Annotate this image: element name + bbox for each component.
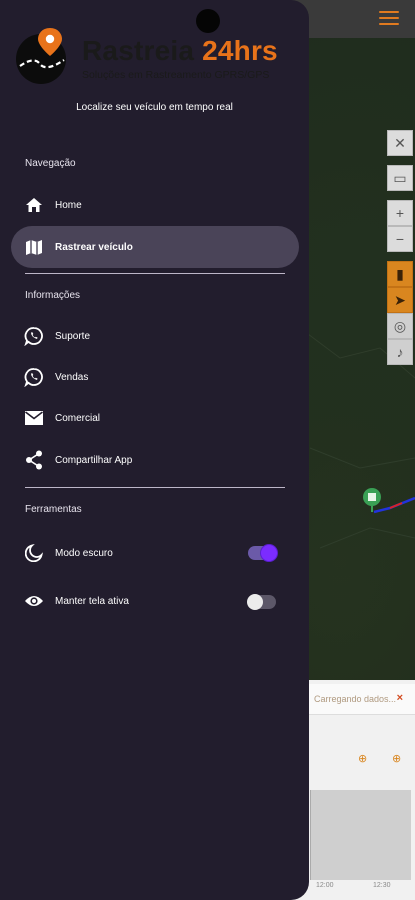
mail-icon — [24, 408, 44, 428]
home-icon — [24, 195, 44, 215]
eye-icon — [24, 591, 44, 611]
chart-tick: 12:00 — [316, 882, 334, 889]
drawer-item-label: Rastrear veículo — [55, 241, 133, 253]
section-navegacao: Navegação — [25, 158, 76, 169]
navigation-icon[interactable]: ➤ — [387, 287, 413, 313]
compass-icon[interactable]: ◎ — [387, 313, 413, 339]
bell-icon[interactable]: ♪ — [387, 339, 413, 365]
divider — [25, 273, 285, 274]
drawer-item-label: Manter tela ativa — [55, 595, 129, 607]
close-panel-button[interactable]: × — [397, 692, 403, 704]
drawer-item-home[interactable]: Home — [11, 184, 299, 226]
drawer-item-vendas[interactable]: Vendas — [11, 356, 299, 398]
drawer-item-compartilhar[interactable]: Compartilhar App — [11, 439, 299, 481]
drawer-subtitle: Localize seu veículo em tempo real — [76, 102, 233, 113]
moon-icon — [24, 543, 44, 563]
drawer-item-suporte[interactable]: Suporte — [11, 315, 299, 357]
zoom-out-button[interactable]: − — [387, 226, 413, 252]
keep-screen-on-toggle[interactable] — [247, 594, 276, 610]
brand-header: Rastreia 24hrs Soluções em Rastreamento … — [14, 24, 304, 84]
map-layers-icon[interactable]: ▭ — [387, 165, 413, 191]
zoom-icon[interactable]: ⊕ — [358, 752, 367, 765]
chart-tick: 12:30 — [373, 882, 391, 889]
drawer-item-label: Vendas — [55, 371, 89, 383]
toggle-thumb — [247, 594, 263, 610]
close-icon[interactable]: ✕ — [387, 130, 413, 156]
panel-header: Carregando dados... × — [300, 684, 415, 715]
drawer-item-comercial[interactable]: Comercial — [11, 397, 299, 439]
vehicle-route — [363, 488, 415, 514]
brand-name-part1: Rastreia — [82, 35, 195, 66]
brand-name: Rastreia 24hrs — [82, 36, 278, 66]
menu-icon[interactable] — [379, 11, 399, 27]
zoom-reset-icon[interactable]: ⊕ — [392, 752, 401, 765]
camera-cutout — [196, 9, 220, 33]
drawer-item-label: Home — [55, 199, 82, 211]
whatsapp-icon — [24, 367, 44, 387]
brand-tagline: Soluções em Rastreamento GPRS/GPS — [82, 69, 270, 81]
share-icon — [24, 450, 44, 470]
section-informacoes: Informações — [25, 290, 81, 301]
brand-name-part2: 24hrs — [202, 35, 278, 66]
drawer-item-label: Compartilhar App — [55, 454, 133, 466]
zoom-in-button[interactable]: + — [387, 200, 413, 226]
drawer-item-label: Suporte — [55, 330, 91, 342]
chart-area — [310, 790, 411, 880]
drawer-item-rastrear[interactable]: Rastrear veículo — [11, 226, 299, 268]
toggle-thumb — [261, 545, 277, 561]
navigation-drawer: Rastreia 24hrs Soluções em Rastreamento … — [0, 0, 309, 900]
lock-icon[interactable]: ▮ — [387, 261, 413, 287]
drawer-item-label: Comercial — [55, 412, 101, 424]
divider — [25, 487, 285, 488]
section-ferramentas: Ferramentas — [25, 504, 82, 515]
drawer-item-label: Modo escuro — [55, 547, 113, 559]
brand-logo — [16, 28, 66, 84]
dark-mode-toggle[interactable] — [248, 545, 277, 561]
speed-chart — [310, 770, 411, 890]
whatsapp-icon — [24, 326, 44, 346]
map-icon — [24, 237, 44, 257]
map-controls: ✕ ▭ + − ▮ ➤ ◎ ♪ — [387, 130, 413, 365]
loading-text: Carregando dados... — [314, 694, 397, 704]
